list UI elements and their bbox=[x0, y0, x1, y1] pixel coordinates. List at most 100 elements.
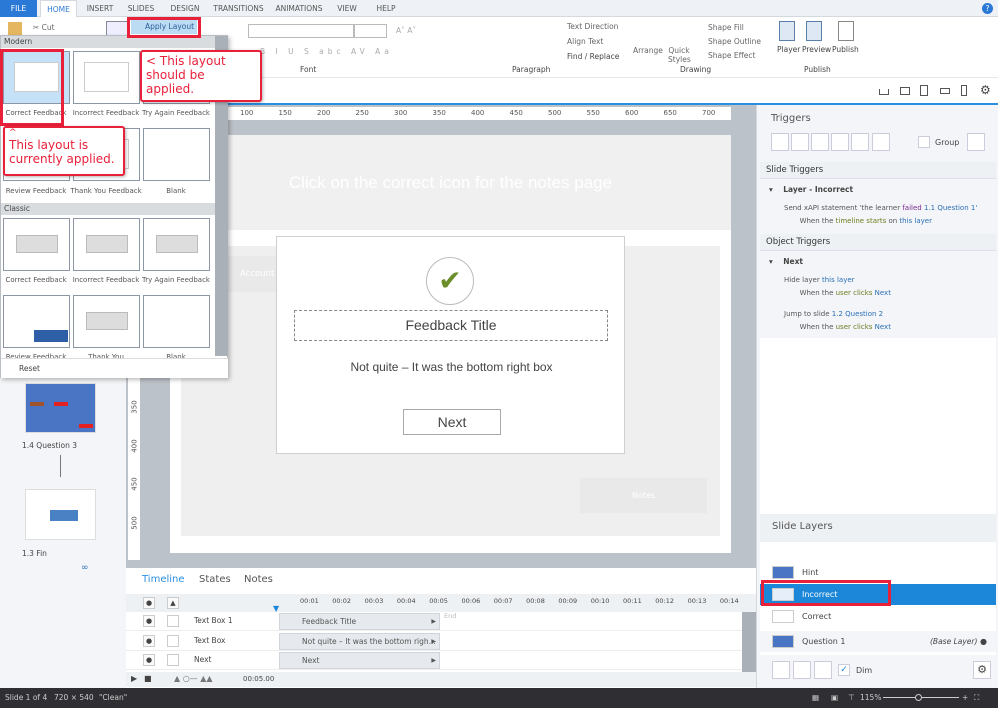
trigger-hide-layer[interactable]: Hide layer this layer When the user clic… bbox=[784, 274, 891, 300]
gear-icon[interactable]: ⚙ bbox=[980, 83, 991, 97]
expand-arrow-icon[interactable]: ▶ bbox=[431, 653, 436, 668]
layout-thumbnail-classic-0[interactable] bbox=[3, 218, 70, 271]
tab-file[interactable]: FILE bbox=[0, 0, 37, 17]
tab-home[interactable]: HOME bbox=[40, 0, 77, 18]
layout-thumbnail-classic-4[interactable] bbox=[73, 295, 140, 348]
delete-trigger-icon[interactable] bbox=[851, 133, 869, 151]
edit-trigger-icon[interactable] bbox=[791, 133, 809, 151]
tab-timeline[interactable]: Timeline bbox=[142, 574, 185, 585]
timeline-row[interactable]: ● Text Box 1 Feedback Title ▶ bbox=[126, 612, 756, 631]
layout-thumbnail-classic-1[interactable] bbox=[73, 218, 140, 271]
new-trigger-icon[interactable] bbox=[771, 133, 789, 151]
next-button[interactable]: Next bbox=[403, 409, 501, 435]
lock-checkbox[interactable] bbox=[167, 654, 179, 666]
object-triggers-header[interactable]: Object Triggers bbox=[760, 234, 996, 251]
zoom-slider-handle[interactable] bbox=[915, 694, 922, 701]
shape-outline-button[interactable]: Shape Outline bbox=[708, 37, 761, 46]
phone-landscape-icon[interactable] bbox=[940, 88, 950, 94]
eye-icon[interactable]: ● bbox=[143, 615, 155, 627]
find-replace-button[interactable]: Find / Replace bbox=[567, 52, 619, 61]
shape-fill-button[interactable]: Shape Fill bbox=[708, 23, 744, 32]
eye-icon[interactable]: ● bbox=[143, 654, 155, 666]
tab-help[interactable]: HELP bbox=[374, 0, 398, 17]
play-icon[interactable]: ▶ bbox=[131, 674, 137, 683]
align-text-button[interactable]: Align Text bbox=[567, 37, 603, 46]
slide-thumbnail-question-3[interactable] bbox=[25, 383, 96, 433]
eye-icon[interactable]: ● bbox=[980, 631, 987, 652]
layout-thumbnail-classic-2[interactable] bbox=[143, 218, 210, 271]
layer-settings-icon[interactable]: ⚙ bbox=[973, 661, 991, 679]
publish-button[interactable]: Publish bbox=[832, 45, 859, 54]
paste-trigger-icon[interactable] bbox=[831, 133, 849, 151]
group-checkbox[interactable] bbox=[918, 136, 930, 148]
expand-arrow-icon[interactable]: ▶ bbox=[431, 614, 436, 629]
dim-checkbox[interactable]: ✓ bbox=[838, 664, 850, 676]
quick-styles-button[interactable]: Quick Styles bbox=[668, 46, 691, 64]
tab-transitions[interactable]: TRANSITIONS bbox=[211, 0, 266, 17]
layer-question-1-base[interactable]: Question 1 (Base Layer) ● bbox=[760, 631, 996, 652]
trigger-group-layer-incorrect[interactable]: ▾ Layer - Incorrect bbox=[769, 185, 853, 194]
timeline-scrollbar[interactable] bbox=[742, 612, 756, 672]
feedback-title[interactable]: Feedback Title bbox=[294, 310, 608, 341]
help-icon[interactable]: ? bbox=[982, 3, 993, 14]
move-trigger-icon[interactable] bbox=[872, 133, 890, 151]
slide-master-icon[interactable]: ⊤ bbox=[848, 688, 855, 708]
tab-design[interactable]: DESIGN bbox=[167, 0, 203, 17]
duplicate-layer-icon[interactable] bbox=[793, 661, 811, 679]
cut-button[interactable]: ✂ Cut bbox=[33, 23, 55, 32]
timeline-object-bar[interactable]: Feedback Title ▶ bbox=[279, 613, 440, 630]
trigger-jump-to-slide[interactable]: Jump to slide 1.2 Question 2 When the us… bbox=[784, 308, 891, 334]
layout-thumbnail-classic-5[interactable] bbox=[143, 295, 210, 348]
paste-icon[interactable] bbox=[8, 22, 22, 36]
tab-view[interactable]: VIEW bbox=[335, 0, 359, 17]
copy-trigger-icon[interactable] bbox=[811, 133, 829, 151]
notes-button[interactable]: Notes bbox=[580, 478, 707, 513]
font-family-select[interactable] bbox=[248, 24, 354, 38]
new-layer-icon[interactable] bbox=[772, 661, 790, 679]
expand-arrow-icon[interactable]: ▶ bbox=[431, 634, 436, 649]
new-slide-icon[interactable] bbox=[106, 21, 128, 36]
tab-animations[interactable]: ANIMATIONS bbox=[272, 0, 326, 17]
trigger-send-xapi[interactable]: Send xAPI statement 'the learner failed … bbox=[784, 202, 977, 228]
tab-insert[interactable]: INSERT bbox=[84, 0, 116, 17]
lock-icon[interactable]: ▲ bbox=[167, 597, 179, 609]
tab-states[interactable]: States bbox=[199, 574, 231, 585]
timeline-object-bar[interactable]: Next ▶ bbox=[279, 652, 440, 669]
font-size-buttons[interactable]: A˄ A˅ bbox=[396, 26, 416, 35]
zoom-in-icon[interactable]: + bbox=[962, 688, 968, 708]
trigger-group-next[interactable]: ▾ Next bbox=[769, 257, 803, 266]
slide-triggers-header[interactable]: Slide Triggers bbox=[760, 162, 996, 179]
preview-button[interactable]: Preview bbox=[802, 45, 831, 54]
text-direction-button[interactable]: Text Direction bbox=[567, 22, 618, 31]
layer-correct[interactable]: Correct bbox=[760, 606, 996, 627]
delete-layer-icon[interactable] bbox=[814, 661, 832, 679]
timeline-zoom-slider[interactable]: ▲ ○— ▲▲ bbox=[174, 674, 213, 683]
variables-icon[interactable] bbox=[967, 133, 985, 151]
phone-portrait-icon[interactable] bbox=[961, 85, 967, 96]
layout-thumbnail-modern-5[interactable] bbox=[143, 128, 210, 181]
layout-thumbnail-modern-1[interactable] bbox=[73, 51, 140, 104]
layout-thumbnail-classic-3[interactable] bbox=[3, 295, 70, 348]
fit-window-icon[interactable]: ⛶ bbox=[974, 688, 979, 708]
timeline-object-bar[interactable]: Not quite – It was the bottom righ... ▶ bbox=[279, 632, 440, 650]
font-format-buttons[interactable]: B I U S abc AV Aa bbox=[260, 47, 393, 56]
arrange-button[interactable]: Arrange bbox=[633, 46, 663, 55]
tab-notes[interactable]: Notes bbox=[244, 574, 273, 585]
stop-icon[interactable]: ■ bbox=[144, 674, 152, 683]
eye-icon[interactable]: ● bbox=[143, 634, 155, 647]
story-view-icon[interactable]: ▦ bbox=[812, 688, 819, 708]
eye-icon[interactable]: ● bbox=[143, 597, 155, 609]
lock-checkbox[interactable] bbox=[167, 634, 179, 647]
font-size-select[interactable] bbox=[354, 24, 387, 38]
end-marker[interactable]: End bbox=[444, 612, 456, 620]
reset-layout-button[interactable]: Reset bbox=[1, 358, 228, 378]
timeline-row[interactable]: ● Text Box Not quite – It was the bottom r… bbox=[126, 632, 756, 651]
slide-thumbnail-fin[interactable] bbox=[25, 489, 96, 540]
lock-checkbox[interactable] bbox=[167, 615, 179, 627]
tablet-landscape-icon[interactable] bbox=[900, 87, 910, 95]
tablet-portrait-icon[interactable] bbox=[920, 85, 928, 96]
player-button[interactable]: Player bbox=[777, 45, 800, 54]
shape-effect-button[interactable]: Shape Effect bbox=[708, 51, 755, 60]
tab-slides[interactable]: SLIDES bbox=[125, 0, 157, 17]
timeline-row[interactable]: ● Next Next ▶ bbox=[126, 651, 756, 670]
